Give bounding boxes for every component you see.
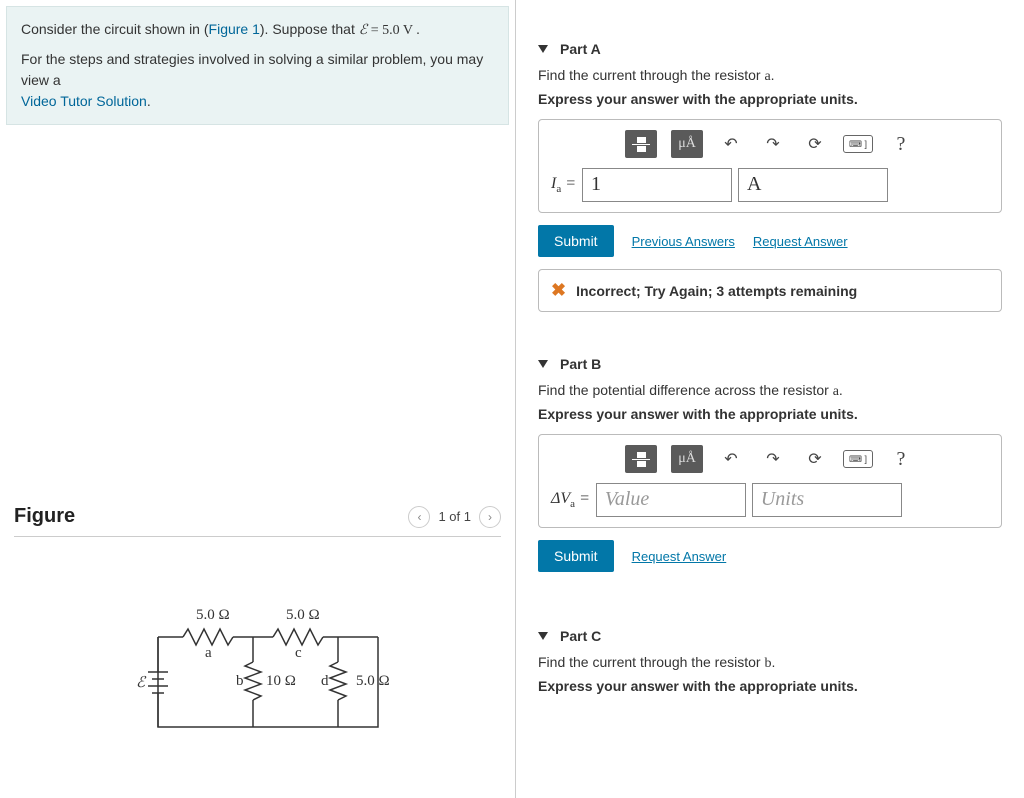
part-a-actions: Submit Previous Answers Request Answer — [538, 225, 1002, 257]
part-b-value-input[interactable]: Value — [596, 483, 746, 517]
fraction-icon[interactable] — [625, 130, 657, 158]
part-b-prompt: Find the potential difference across the… — [538, 382, 1002, 400]
part-c: Part C Find the current through the resi… — [516, 602, 1024, 724]
redo-icon[interactable]: ↷ — [759, 446, 787, 472]
answer-toolbar: μÅ ↶ ↷ ⟳ ⌨ ] ? — [551, 130, 989, 158]
part-a-var-label: Ia = — [551, 175, 576, 195]
units-button[interactable]: μÅ — [671, 445, 703, 473]
label-node-d: d — [321, 673, 329, 689]
video-tutor-link[interactable]: Video Tutor Solution — [21, 93, 147, 109]
figure-link[interactable]: Figure 1 — [209, 21, 260, 37]
part-a-value-input[interactable]: 1 — [582, 168, 732, 202]
request-answer-link[interactable]: Request Answer — [753, 234, 848, 249]
label-node-b: b — [236, 673, 244, 689]
circuit-diagram: 5.0 Ω 5.0 Ω 10 Ω 5.0 Ω ℰ a b c d — [0, 577, 515, 757]
disclosure-icon[interactable] — [538, 360, 548, 368]
label-node-c: c — [295, 645, 302, 661]
part-a-feedback: ✖ Incorrect; Try Again; 3 attempts remai… — [538, 269, 1002, 312]
figure-divider — [14, 536, 501, 537]
pager-label: 1 of 1 — [438, 509, 471, 524]
emf-value: = 5.0 V . — [367, 23, 420, 38]
part-c-instruct: Express your answer with the appropriate… — [538, 678, 1002, 694]
part-b-submit-button[interactable]: Submit — [538, 540, 614, 572]
steps-text: For the steps and strategies involved in… — [21, 51, 483, 88]
label-rb: 10 Ω — [266, 673, 296, 689]
part-b-instruct: Express your answer with the appropriate… — [538, 406, 1002, 422]
part-a-prompt: Find the current through the resistor a. — [538, 67, 1002, 85]
emf-symbol: ℰ — [359, 23, 367, 38]
redo-icon[interactable]: ↷ — [759, 131, 787, 157]
previous-answers-link[interactable]: Previous Answers — [632, 234, 735, 249]
part-b-answer-box: μÅ ↶ ↷ ⟳ ⌨ ] ? ΔVa = Value Units — [538, 434, 1002, 528]
help-icon[interactable]: ? — [887, 446, 915, 472]
figure-header: Figure ‹ 1 of 1 › — [0, 505, 515, 528]
disclosure-icon[interactable] — [538, 45, 548, 53]
disclosure-icon[interactable] — [538, 632, 548, 640]
label-emf: ℰ — [136, 675, 147, 691]
reset-icon[interactable]: ⟳ — [801, 131, 829, 157]
left-pane: Consider the circuit shown in (Figure 1)… — [0, 0, 516, 798]
help-icon[interactable]: ? — [887, 131, 915, 157]
fraction-icon[interactable] — [625, 445, 657, 473]
circuit-svg: 5.0 Ω 5.0 Ω 10 Ω 5.0 Ω ℰ a b c d — [108, 577, 408, 757]
feedback-text: Incorrect; Try Again; 3 attempts remaini… — [576, 283, 857, 299]
label-node-a: a — [205, 645, 212, 661]
problem-line-2: For the steps and strategies involved in… — [21, 49, 494, 112]
part-b-actions: Submit Request Answer — [538, 540, 1002, 572]
problem-statement: Consider the circuit shown in (Figure 1)… — [6, 6, 509, 125]
part-b-title: Part B — [560, 356, 601, 372]
undo-icon[interactable]: ↶ — [717, 446, 745, 472]
label-rc: 5.0 Ω — [286, 607, 320, 623]
problem-text-2: ). Suppose that — [260, 21, 359, 37]
right-pane: Part A Find the current through the resi… — [516, 0, 1024, 798]
part-a-submit-button[interactable]: Submit — [538, 225, 614, 257]
prev-figure-button[interactable]: ‹ — [408, 506, 430, 528]
part-a-inputs: Ia = 1 A — [551, 168, 989, 202]
keyboard-icon[interactable]: ⌨ ] — [843, 450, 873, 468]
label-ra: 5.0 Ω — [196, 607, 230, 623]
part-a-unit-input[interactable]: A — [738, 168, 888, 202]
undo-icon[interactable]: ↶ — [717, 131, 745, 157]
problem-text: Consider the circuit shown in ( — [21, 21, 209, 37]
part-a-instruct: Express your answer with the appropriate… — [538, 91, 1002, 107]
units-button[interactable]: μÅ — [671, 130, 703, 158]
part-c-prompt: Find the current through the resistor b. — [538, 654, 1002, 672]
part-b-inputs: ΔVa = Value Units — [551, 483, 989, 517]
part-b-var-label: ΔVa = — [551, 490, 590, 510]
part-a-title: Part A — [560, 41, 601, 57]
period: . — [147, 93, 151, 109]
next-figure-button[interactable]: › — [479, 506, 501, 528]
reset-icon[interactable]: ⟳ — [801, 446, 829, 472]
figure-title: Figure — [14, 505, 75, 528]
request-answer-link-b[interactable]: Request Answer — [632, 549, 727, 564]
part-c-title: Part C — [560, 628, 601, 644]
part-b-unit-input[interactable]: Units — [752, 483, 902, 517]
label-rd: 5.0 Ω — [356, 673, 390, 689]
keyboard-icon[interactable]: ⌨ ] — [843, 135, 873, 153]
problem-line-1: Consider the circuit shown in (Figure 1)… — [21, 19, 494, 41]
part-b: Part B Find the potential difference acr… — [516, 330, 1024, 602]
part-a-answer-box: μÅ ↶ ↷ ⟳ ⌨ ] ? Ia = 1 A — [538, 119, 1002, 213]
part-a: Part A Find the current through the resi… — [516, 15, 1024, 330]
answer-toolbar-b: μÅ ↶ ↷ ⟳ ⌨ ] ? — [551, 445, 989, 473]
incorrect-icon: ✖ — [551, 280, 566, 301]
figure-pager: ‹ 1 of 1 › — [408, 506, 501, 528]
